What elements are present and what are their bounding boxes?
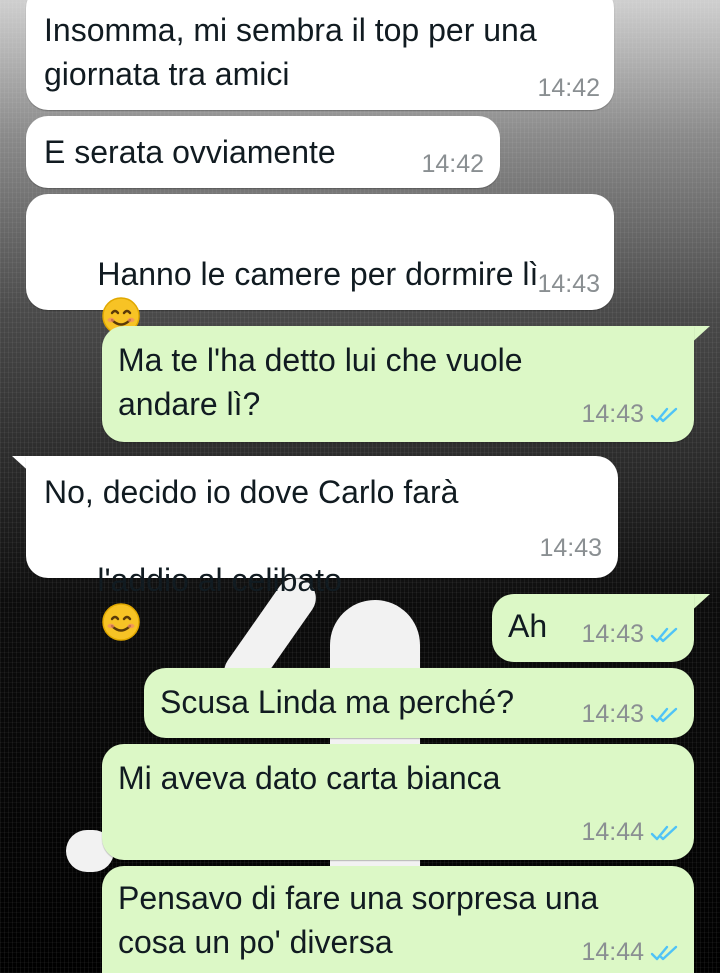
double-check-read-icon [650, 407, 678, 422]
message-text-line: E serata ovviamente [44, 134, 336, 170]
incoming-message-bubble[interactable]: E serata ovviamente 14:42 [26, 116, 500, 188]
message-text-line: Ah [508, 608, 548, 644]
incoming-message-bubble[interactable]: No, decido io dove Carlo farà l'addio al… [26, 456, 618, 641]
smiling-face-icon [102, 603, 141, 641]
message-time: 14:43 [539, 534, 602, 562]
message-meta: 14:43 [581, 620, 680, 649]
message-meta: 14:43 [581, 400, 680, 429]
message-time: 14:43 [581, 620, 644, 648]
message-text-line: Ma te l'ha detto lui che vuole [118, 342, 523, 378]
message-meta: 14:42 [421, 150, 484, 179]
double-check-read-icon [650, 945, 678, 960]
double-check-read-icon [650, 825, 678, 840]
message-text-line: No, decido io dove Carlo farà [44, 474, 459, 510]
message-time: 14:42 [421, 150, 484, 178]
message-text-line: cosa un po' diversa [118, 924, 393, 960]
message-meta: 14:44 [581, 938, 680, 967]
message-time: 14:42 [537, 74, 600, 102]
outgoing-message-bubble[interactable]: Mi aveva dato carta bianca 14:44 [102, 744, 694, 860]
message-meta: 14:42 [537, 74, 600, 103]
double-check-read-icon [650, 627, 678, 642]
message-time: 14:44 [581, 818, 644, 846]
message-text-line: Scusa Linda ma perché? [160, 684, 514, 720]
message-text-line: Insomma, mi sembra il top per una [44, 12, 537, 48]
message-text-line: Mi aveva dato carta bianca [118, 760, 501, 796]
message-time: 14:43 [537, 270, 600, 298]
message-text-line: Pensavo di fare una sorpresa una [118, 880, 599, 916]
message-text-line: l'addio al celibato [44, 514, 342, 690]
outgoing-message-bubble[interactable]: Scusa Linda ma perché? 14:43 [144, 668, 694, 738]
incoming-message-bubble[interactable]: Insomma, mi sembra il top per una giorna… [26, 0, 614, 110]
message-text: l'addio al celibato [97, 562, 342, 598]
message-meta: 14:43 [539, 534, 602, 563]
message-meta: 14:43 [537, 270, 600, 299]
message-time: 14:43 [581, 400, 644, 428]
outgoing-message-bubble[interactable]: Ah 14:43 [492, 594, 694, 662]
incoming-message-bubble[interactable]: Hanno le camere per dormire lì 14:43 [26, 194, 614, 335]
chat-conversation: Insomma, mi sembra il top per una giorna… [0, 0, 720, 973]
double-check-read-icon [650, 707, 678, 722]
message-text: Hanno le camere per dormire lì [97, 256, 539, 292]
message-text-line: giornata tra amici [44, 56, 290, 92]
message-meta: 14:43 [581, 700, 680, 729]
message-text-line: andare lì? [118, 386, 261, 422]
outgoing-message-bubble[interactable]: Pensavo di fare una sorpresa una cosa un… [102, 866, 694, 973]
message-time: 14:43 [581, 700, 644, 728]
outgoing-message-bubble[interactable]: Ma te l'ha detto lui che vuole andare lì… [102, 326, 694, 442]
message-time: 14:44 [581, 938, 644, 966]
message-meta: 14:44 [581, 818, 680, 847]
